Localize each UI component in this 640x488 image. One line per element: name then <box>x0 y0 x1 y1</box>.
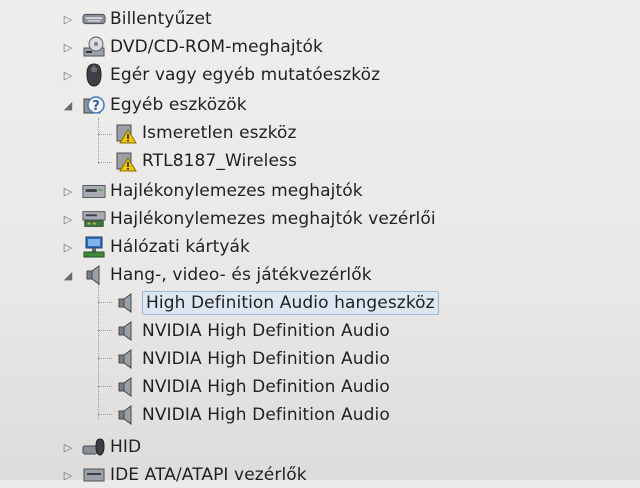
mouse-icon <box>82 63 106 87</box>
expand-arrow-icon[interactable]: ▷ <box>62 68 74 82</box>
tree-item-label: RTL8187_Wireless <box>142 151 297 171</box>
tree-item-nvidia-hda[interactable]: NVIDIA High Definition Audio <box>114 402 390 428</box>
tree-item-label: Egyéb eszközök <box>110 95 247 115</box>
tree-item-label: Ismeretlen eszköz <box>142 123 297 143</box>
tree-item-nvidia-hda[interactable]: NVIDIA High Definition Audio <box>114 318 390 344</box>
network-adapter-icon <box>82 235 106 259</box>
tree-item-label: NVIDIA High Definition Audio <box>142 377 390 397</box>
tree-item-label: Hálózati kártyák <box>110 237 250 257</box>
speaker-icon <box>114 347 138 371</box>
tree-item-label: High Definition Audio hangeszköz <box>142 291 439 315</box>
optical-drive-icon <box>82 35 106 59</box>
unknown-device-icon: ? <box>82 93 106 117</box>
tree-item-label: Hajlékonylemezes meghajtók vezérlői <box>110 209 436 229</box>
expand-arrow-icon[interactable]: ▷ <box>62 184 74 198</box>
speaker-icon <box>114 291 138 315</box>
tree-item-label: Egér vagy egyéb mutatóeszköz <box>110 65 381 85</box>
tree-item-floppy-drives[interactable]: ▷ Hajlékonylemezes meghajtók <box>62 178 363 204</box>
expand-arrow-icon[interactable]: ▷ <box>62 240 74 254</box>
tree-item-floppy-controllers[interactable]: ▷ Hajlékonylemezes meghajtók vezérlői <box>62 206 436 232</box>
expand-arrow-icon[interactable]: ▷ <box>62 40 74 54</box>
device-tree: ▷ Billentyűzet ▷ DVD/CD-ROM-meghajtók ▷ … <box>0 0 640 485</box>
tree-guide-line <box>98 358 112 359</box>
speaker-icon <box>114 375 138 399</box>
speaker-icon <box>114 403 138 427</box>
keyboard-icon <box>82 7 106 31</box>
tree-item-network-adapters[interactable]: ▷ Hálózati kártyák <box>62 234 250 260</box>
speaker-icon <box>114 319 138 343</box>
tree-item-ide-controllers[interactable]: ▷ IDE ATA/ATAPI vezérlők <box>62 462 307 488</box>
tree-item-rtl8187-wireless[interactable]: RTL8187_Wireless <box>114 148 297 174</box>
expand-arrow-icon[interactable]: ▷ <box>62 212 74 226</box>
tree-guide-line <box>98 118 99 164</box>
tree-guide-line <box>98 386 112 387</box>
tree-guide-line <box>98 414 112 415</box>
tree-item-label: HID <box>110 437 142 457</box>
tree-item-hid[interactable]: ▷ HID <box>62 434 141 460</box>
collapse-arrow-icon[interactable]: ◢ <box>62 268 74 282</box>
tree-item-keyboards[interactable]: ▷ Billentyűzet <box>62 6 212 32</box>
tree-item-label: Hajlékonylemezes meghajtók <box>110 181 363 201</box>
tree-item-sound-controllers[interactable]: ◢ Hang-, video- és játékvezérlők <box>62 262 372 288</box>
tree-item-label: IDE ATA/ATAPI vezérlők <box>110 465 307 485</box>
tree-guide-line <box>98 284 99 420</box>
expand-arrow-icon[interactable]: ▷ <box>62 440 74 454</box>
tree-item-label: NVIDIA High Definition Audio <box>142 321 390 341</box>
tree-item-label: NVIDIA High Definition Audio <box>142 405 390 425</box>
tree-item-dvd-drives[interactable]: ▷ DVD/CD-ROM-meghajtók <box>62 34 323 60</box>
collapse-arrow-icon[interactable]: ◢ <box>62 98 74 112</box>
speaker-icon <box>82 263 106 287</box>
ide-controller-icon <box>82 463 106 487</box>
tree-item-mice[interactable]: ▷ Egér vagy egyéb mutatóeszköz <box>62 62 380 88</box>
tree-item-other-devices[interactable]: ◢ ? Egyéb eszközök <box>62 92 247 118</box>
tree-guide-line <box>98 134 112 135</box>
tree-item-label: Billentyűzet <box>110 9 212 29</box>
hid-icon <box>82 435 106 459</box>
svg-text:?: ? <box>92 99 100 114</box>
tree-item-nvidia-hda[interactable]: NVIDIA High Definition Audio <box>114 346 390 372</box>
tree-item-unknown-device[interactable]: Ismeretlen eszköz <box>114 120 297 146</box>
tree-item-label: DVD/CD-ROM-meghajtók <box>110 37 323 57</box>
tree-guide-line <box>98 302 112 303</box>
tree-item-label: NVIDIA High Definition Audio <box>142 349 390 369</box>
tree-item-hd-audio-device[interactable]: High Definition Audio hangeszköz <box>114 290 439 316</box>
floppy-drive-icon <box>82 179 106 203</box>
tree-guide-line <box>98 162 112 163</box>
tree-item-label: Hang-, video- és játékvezérlők <box>110 265 372 285</box>
floppy-controller-icon <box>82 207 106 231</box>
tree-guide-line <box>98 330 112 331</box>
warning-device-icon <box>114 121 138 145</box>
expand-arrow-icon[interactable]: ▷ <box>62 12 74 26</box>
warning-device-icon <box>114 149 138 173</box>
tree-item-nvidia-hda[interactable]: NVIDIA High Definition Audio <box>114 374 390 400</box>
